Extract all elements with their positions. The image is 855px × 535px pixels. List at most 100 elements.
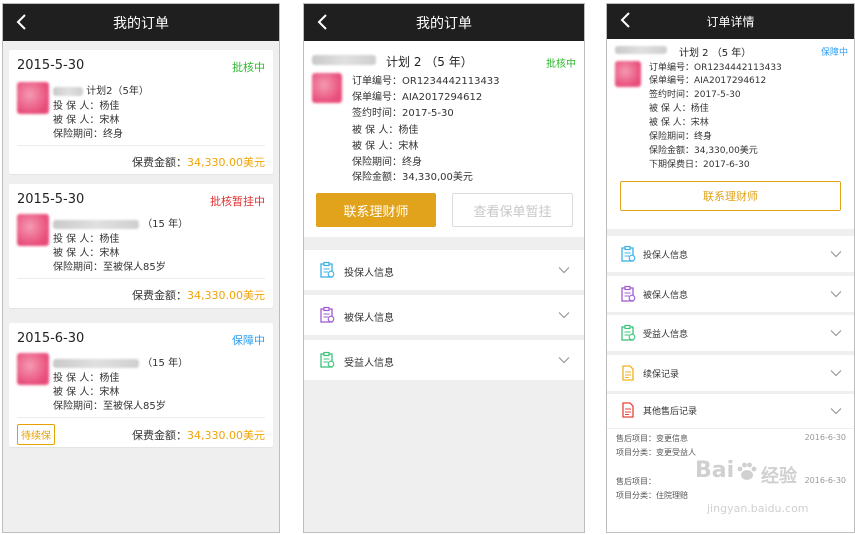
- section-label: 投保人信息: [643, 251, 689, 261]
- fee-label: 保费金额：: [132, 156, 188, 169]
- section-label: 受益人信息: [344, 358, 394, 369]
- clipboard-icon: [621, 285, 636, 302]
- record-category: 项目分类：住院理赔: [616, 491, 688, 500]
- fee-amount: 34,330.00美元: [187, 429, 265, 442]
- watermark-url: jingyan.baidu.com: [707, 502, 809, 515]
- view-pending-button[interactable]: 查看保单暂挂: [452, 193, 573, 227]
- chevron-down-icon: [830, 291, 842, 298]
- section-policyholder[interactable]: 投保人信息: [607, 236, 854, 272]
- fee-line: 保费金额：34,330.00美元: [132, 154, 265, 170]
- blurred-text: [53, 219, 139, 229]
- status-badge: 批核中: [232, 61, 265, 74]
- clipboard-icon: [621, 245, 636, 262]
- contact-advisor-button[interactable]: 联系理财师: [316, 193, 436, 227]
- record-date: 2016-6-30: [804, 476, 846, 485]
- page-title: 订单详情: [706, 15, 755, 29]
- product-thumbnail: [17, 82, 49, 114]
- clipboard-icon: [621, 324, 636, 341]
- section-beneficiary[interactable]: 受益人信息: [607, 315, 854, 351]
- page-title: 我的订单: [416, 15, 472, 32]
- section-renewal-records[interactable]: 续保记录: [607, 355, 854, 391]
- page-title: 我的订单: [113, 15, 169, 32]
- document-icon: [622, 365, 634, 381]
- divider: [17, 145, 265, 146]
- plan-name: （15 年）: [142, 358, 189, 369]
- chevron-down-icon: [830, 251, 842, 258]
- record-category: 项目分类：变更受益人: [616, 448, 696, 457]
- chevron-down-icon: [830, 330, 842, 337]
- period-line: 保险期间：终身: [352, 157, 422, 168]
- product-thumbnail: [17, 353, 49, 385]
- insured-line: 被 保 人：宋林: [649, 118, 709, 128]
- section-after-sales[interactable]: 其他售后记录: [607, 394, 854, 428]
- period-line: 保险期间：终身: [53, 129, 123, 140]
- section-policyholder[interactable]: 投保人信息: [304, 250, 584, 290]
- insured-line: 被 保 人：宋林: [53, 387, 120, 398]
- fee-line: 保费金额：34,330.00美元: [132, 287, 265, 303]
- back-arrow-icon[interactable]: [617, 11, 635, 29]
- period-line: 保险期间：至被保人85岁: [53, 401, 166, 412]
- holder-line: 被 保 人：杨佳: [649, 104, 709, 114]
- insured-line: 被 保 人：宋林: [352, 141, 419, 152]
- order-card[interactable]: 2015-5-30 批核暂挂中 （15 年） 投 保 人：杨佳 被 保 人：宋林…: [9, 184, 273, 308]
- blurred-text: [312, 55, 376, 65]
- section-label: 被保人信息: [643, 291, 689, 301]
- order-number: 订单编号：OR1234442113433: [352, 76, 500, 87]
- watermark-text: 经验: [761, 466, 797, 487]
- policy-summary: 计划 2 （5 年） 批核中 订单编号：OR1234442113433 保单编号…: [304, 41, 584, 237]
- holder-line: 投 保 人：杨佳: [53, 101, 120, 112]
- chevron-down-icon: [558, 357, 570, 364]
- watermark-brand: Bai: [695, 458, 735, 483]
- status-badge: 批核暂挂中: [210, 195, 265, 208]
- contact-advisor-button[interactable]: 联系理财师: [620, 181, 841, 211]
- section-insured[interactable]: 被保人信息: [304, 295, 584, 335]
- section-label: 受益人信息: [643, 330, 689, 340]
- plan-name: （15 年）: [142, 219, 189, 230]
- section-beneficiary[interactable]: 受益人信息: [304, 340, 584, 380]
- product-thumbnail: [17, 214, 49, 246]
- section-label: 被保人信息: [344, 313, 394, 324]
- clipboard-icon: [320, 306, 335, 323]
- chevron-down-icon: [558, 267, 570, 274]
- order-card[interactable]: 2015-6-30 保障中 （15 年） 投 保 人：杨佳 被 保 人：宋林 保…: [9, 323, 273, 447]
- order-number: 订单编号：OR1234442113433: [649, 63, 782, 73]
- after-sales-panel: 其他售后记录 售后项目：变更信息 项目分类：变更受益人 2016-6-30 售后…: [607, 394, 854, 532]
- sign-date: 签约时间：2017-5-30: [649, 90, 741, 100]
- next-payment-line: 下期保费日：2017-6-30: [649, 160, 750, 170]
- back-arrow-icon[interactable]: [314, 13, 332, 31]
- order-card[interactable]: 2015-5-30 批核中 计划2（5年） 投 保 人：杨佳 被 保 人：宋林 …: [9, 50, 273, 174]
- period-line: 保险期间：终身: [649, 132, 713, 142]
- status-badge: 保障中: [820, 48, 848, 58]
- chevron-down-icon: [558, 312, 570, 319]
- chevron-down-icon: [830, 408, 842, 415]
- sign-date: 签约时间：2017-5-30: [352, 108, 454, 119]
- blurred-text: [53, 358, 139, 368]
- section-insured[interactable]: 被保人信息: [607, 276, 854, 312]
- fee-amount: 34,330.00美元: [187, 289, 265, 302]
- order-date: 2015-5-30: [17, 192, 85, 207]
- record-date: 2016-6-30: [804, 433, 846, 442]
- divider: [17, 278, 265, 279]
- product-thumbnail: [615, 61, 641, 87]
- divider: [607, 428, 854, 429]
- order-detail-screen-2: 订单详情 计划 2 （5 年） 保障中 订单编号：OR1234442113433…: [606, 3, 855, 533]
- section-label: 其他售后记录: [643, 407, 698, 417]
- document-icon: [622, 402, 634, 418]
- insured-line: 被 保 人：宋林: [53, 248, 120, 259]
- holder-line: 投 保 人：杨佳: [53, 373, 120, 384]
- holder-line: 被 保 人：杨佳: [352, 125, 419, 136]
- app-header: 订单详情: [607, 4, 854, 39]
- section-label: 续保记录: [643, 370, 680, 380]
- blurred-text: [53, 86, 83, 96]
- order-date: 2015-6-30: [17, 331, 85, 346]
- policy-summary: 计划 2 （5 年） 保障中 订单编号：OR1234442113433 保单编号…: [607, 39, 854, 229]
- status-badge: 保障中: [232, 334, 265, 347]
- renewal-tag-button[interactable]: 待续保: [17, 424, 55, 445]
- divider: [17, 417, 265, 418]
- paw-logo-icon: [737, 462, 757, 480]
- back-arrow-icon[interactable]: [13, 13, 31, 31]
- order-detail-screen: 我的订单 计划 2 （5 年） 批核中 订单编号：OR1234442113433…: [303, 3, 585, 533]
- product-thumbnail: [312, 73, 342, 103]
- clipboard-icon: [320, 351, 335, 368]
- app-header: 我的订单: [304, 4, 584, 41]
